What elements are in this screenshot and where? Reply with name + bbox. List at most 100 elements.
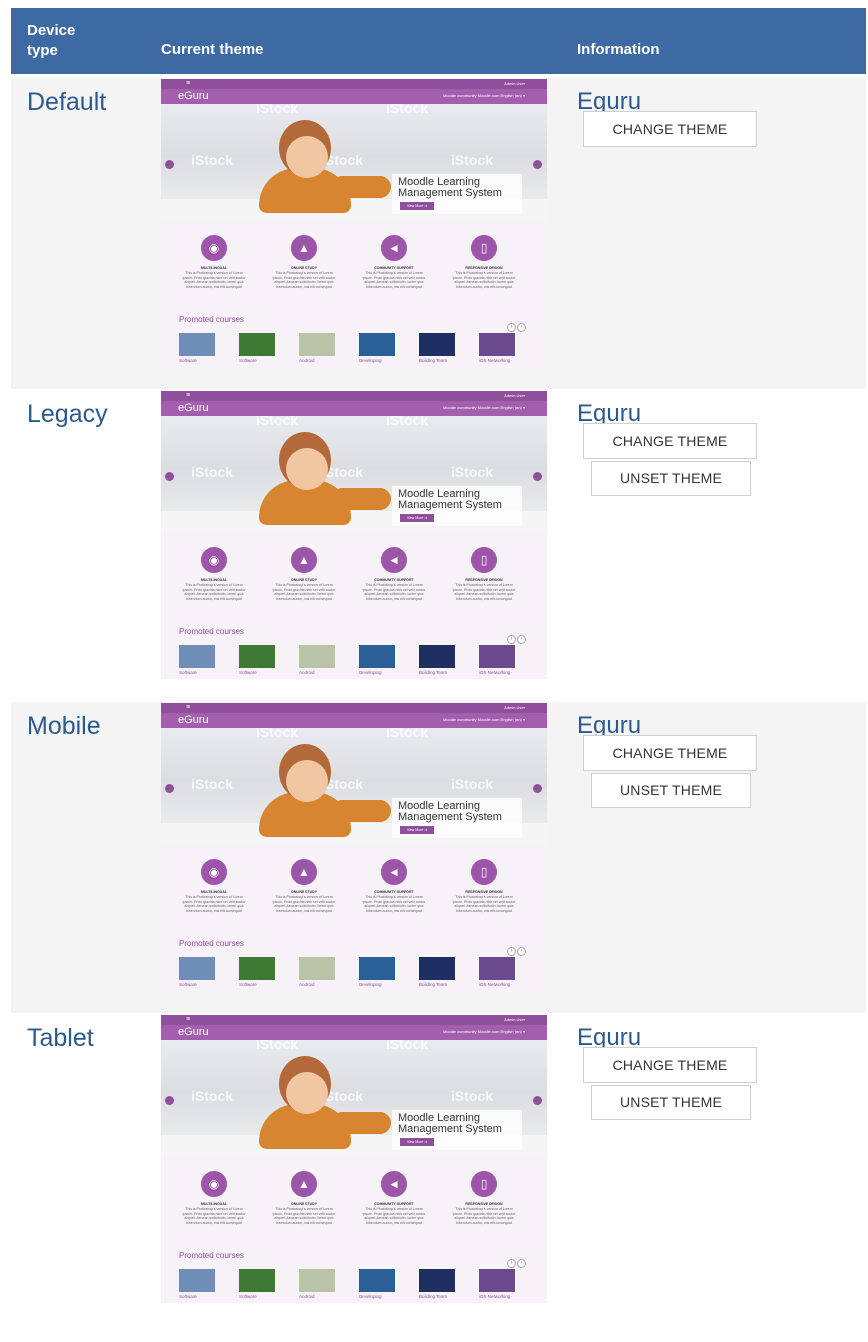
change-theme-button[interactable]: CHANGE THEME: [583, 423, 757, 459]
course-thumbnail: [359, 1269, 395, 1292]
course-label: Building Team: [419, 358, 448, 363]
device-type-label: Default: [27, 88, 107, 116]
hero-caption: Moodle Learning Management System View Mo…: [392, 486, 522, 526]
watermark: iStock: [256, 1040, 299, 1052]
course-label: Software: [239, 1294, 257, 1299]
course-card: Software: [239, 1269, 275, 1299]
feature-title: RESPONSIVE DESIGN: [465, 578, 503, 582]
preview-user-name: Admin User: [504, 393, 525, 398]
unset-theme-button[interactable]: UNSET THEME: [591, 773, 751, 808]
preview-logo: eGuru: [178, 1026, 209, 1038]
menu-icon: ≡: [186, 704, 191, 711]
course-label: Developing: [359, 982, 382, 987]
change-theme-button[interactable]: CHANGE THEME: [583, 111, 757, 147]
boy-arm: [331, 1112, 391, 1134]
feature-block: ◄ COMMUNITY SUPPORT This is Photoshop's …: [354, 547, 434, 601]
course-label: Developing: [359, 358, 382, 363]
globe-icon: ◉: [201, 235, 227, 261]
feature-text: This is Photoshop's version of Lorem Ips…: [182, 271, 246, 289]
course-thumbnail: [239, 957, 275, 980]
tablet-icon: ▯: [471, 1171, 497, 1197]
course-card: Android: [299, 957, 335, 987]
table-row: Tablet ≡ Admin User eGuru Moodle communi…: [11, 1014, 866, 1325]
theme-preview-screenshot: ≡ Admin User eGuru Moodle community Mood…: [161, 1015, 547, 1303]
view-more-button: View More ➜: [400, 826, 434, 834]
unset-theme-button[interactable]: UNSET THEME: [591, 461, 751, 496]
feature-block: ◉ MULTILINGUAL This is Photoshop's versi…: [174, 235, 254, 289]
preview-navbar: eGuru Moodle community Moodle.com Englis…: [161, 89, 547, 104]
course-card: Software: [179, 333, 215, 363]
device-type-label: Mobile: [27, 712, 101, 740]
course-thumbnail: [479, 1269, 515, 1292]
menu-icon: ≡: [186, 392, 191, 399]
caption-line: Management System: [398, 187, 502, 199]
course-card: Software: [179, 1269, 215, 1299]
preview-nav-links: Moodle community Moodle.com English (en)…: [442, 93, 525, 98]
chevron-left-icon: ‹: [507, 323, 516, 332]
feature-title: ONLINE STUDY: [290, 578, 318, 582]
course-card: iOS Networking: [479, 957, 515, 987]
course-label: Android: [299, 358, 315, 363]
preview-logo: eGuru: [178, 90, 209, 102]
preview-logo: eGuru: [178, 714, 209, 726]
caption-line: Management System: [398, 1123, 502, 1135]
preview-top-bar: ≡ Admin User: [161, 79, 547, 89]
feature-title: MULTILINGUAL: [201, 578, 227, 582]
view-more-button: View More ➜: [400, 514, 434, 522]
feature-title: MULTILINGUAL: [201, 1202, 227, 1206]
course-card: Developing: [359, 1269, 395, 1299]
preview-navbar: eGuru Moodle community Moodle.com Englis…: [161, 1025, 547, 1040]
menu-icon: ≡: [186, 1016, 191, 1023]
promoted-courses-title: Promoted courses: [179, 627, 244, 636]
course-thumbnail: [419, 333, 455, 356]
watermark: iStock: [386, 104, 429, 116]
course-card: Android: [299, 1269, 335, 1299]
feature-title: RESPONSIVE DESIGN: [465, 890, 503, 894]
course-card: Android: [299, 333, 335, 363]
slider-next-icon: [533, 160, 542, 169]
preview-logo: eGuru: [178, 402, 209, 414]
feature-block: ◉ MULTILINGUAL This is Photoshop's versi…: [174, 547, 254, 601]
course-thumbnail: [479, 645, 515, 668]
graduation-cap-icon: ▲: [291, 235, 317, 261]
course-thumbnail: [299, 1269, 335, 1292]
column-header-current-theme: Current theme: [161, 41, 264, 58]
watermark: iStock: [191, 1088, 234, 1104]
feature-text: This is Photoshop's version of Lorem Ips…: [362, 583, 426, 601]
preview-hero-image: iStock iStock iStock iStock iStock Moodl…: [161, 416, 547, 534]
preview-navbar: eGuru Moodle community Moodle.com Englis…: [161, 713, 547, 728]
feature-text: This is Photoshop's version of Lorem Ips…: [362, 271, 426, 289]
tablet-icon: ▯: [471, 235, 497, 261]
watermark: iStock: [191, 152, 234, 168]
course-thumbnail: [179, 645, 215, 668]
graduation-cap-icon: ▲: [291, 859, 317, 885]
column-header-device-type: Device type: [27, 22, 76, 59]
chevron-left-icon: ‹: [507, 947, 516, 956]
feature-text: This is Photoshop's version of Lorem Ips…: [362, 1207, 426, 1225]
course-thumbnail: [419, 645, 455, 668]
course-thumbnail: [299, 645, 335, 668]
boy-arm: [331, 800, 391, 822]
megaphone-icon: ◄: [381, 859, 407, 885]
slider-prev-icon: [165, 160, 174, 169]
chevron-left-icon: ‹: [507, 635, 516, 644]
feature-title: ONLINE STUDY: [290, 1202, 318, 1206]
watermark: iStock: [191, 776, 234, 792]
unset-theme-button[interactable]: UNSET THEME: [591, 1085, 751, 1120]
chevron-right-icon: ›: [517, 323, 526, 332]
tablet-icon: ▯: [471, 859, 497, 885]
course-thumbnail: [179, 957, 215, 980]
column-header-information: Information: [577, 41, 660, 58]
globe-icon: ◉: [201, 547, 227, 573]
course-label: Android: [299, 1294, 315, 1299]
change-theme-button[interactable]: CHANGE THEME: [583, 1047, 757, 1083]
boy-arm: [331, 488, 391, 510]
course-label: Software: [239, 982, 257, 987]
change-theme-button[interactable]: CHANGE THEME: [583, 735, 757, 771]
preview-top-bar: ≡ Admin User: [161, 1015, 547, 1025]
feature-block: ▲ ONLINE STUDY This is Photoshop's versi…: [264, 859, 344, 913]
course-card: Building Team: [419, 957, 455, 987]
carousel-arrows: ‹ ›: [506, 315, 526, 333]
globe-icon: ◉: [201, 859, 227, 885]
table-row: Mobile ≡ Admin User eGuru Moodle communi…: [11, 702, 866, 1013]
